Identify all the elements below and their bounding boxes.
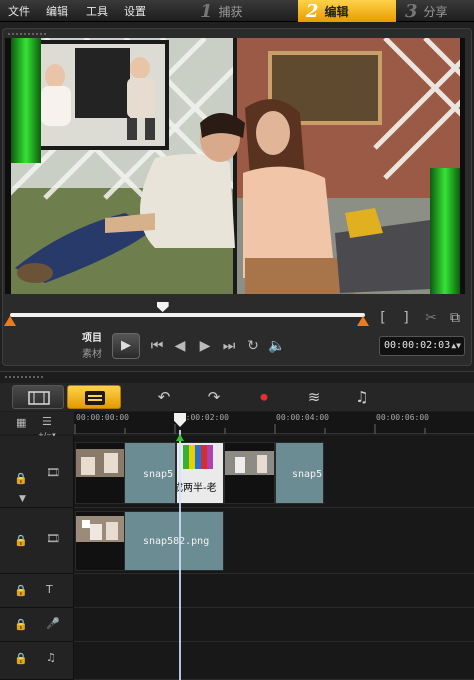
clip-name: snap5 bbox=[143, 469, 174, 480]
video-clip[interactable]: snap5 bbox=[275, 442, 324, 504]
audio-mixer-icon[interactable]: ≋ bbox=[300, 385, 328, 409]
step-number: 1 bbox=[200, 0, 213, 22]
lock-icon[interactable]: 🔒 bbox=[14, 584, 28, 597]
expand-track-icon[interactable]: ▼ bbox=[19, 494, 26, 504]
cut-icon[interactable]: ✂ bbox=[422, 308, 440, 328]
voice-track[interactable] bbox=[74, 608, 474, 642]
overlay-clip-thumbnail[interactable] bbox=[75, 511, 125, 571]
step-label: 捕获 bbox=[218, 4, 243, 19]
step-label: 编辑 bbox=[324, 4, 349, 19]
video-clip[interactable]: snap5 bbox=[124, 442, 176, 504]
record-capture-icon[interactable]: ⏺ bbox=[250, 385, 278, 409]
undo-icon[interactable]: ↶ bbox=[150, 385, 178, 409]
lock-icon[interactable]: 🔒 bbox=[14, 472, 28, 485]
preview-screen bbox=[5, 38, 465, 294]
storyboard-view-button[interactable] bbox=[12, 385, 64, 409]
enlarge-preview-icon[interactable]: ⧉ bbox=[446, 308, 464, 328]
video-clip-thumbnail[interactable] bbox=[224, 442, 275, 504]
lock-icon[interactable]: 🔒 bbox=[14, 652, 28, 665]
timeline-icon bbox=[85, 391, 105, 405]
mark-in-button[interactable]: [ bbox=[376, 308, 390, 328]
title-track[interactable] bbox=[74, 574, 474, 608]
next-frame-icon[interactable]: ▶ bbox=[196, 336, 214, 356]
timecode-field[interactable]: 00:00:02:03 ▲▼ bbox=[379, 336, 465, 356]
auto-music-icon[interactable]: ♫ bbox=[348, 385, 376, 409]
menu-file[interactable]: 文件 bbox=[8, 3, 30, 19]
repeat-icon[interactable]: ↻ bbox=[244, 336, 262, 356]
lock-icon[interactable]: 🔒 bbox=[14, 618, 28, 631]
insert-marker-icon bbox=[176, 434, 184, 441]
timecode-value: 00:00:02:03 bbox=[384, 340, 451, 351]
clip-thumbnail-image bbox=[225, 451, 274, 475]
play-icon: ▶ bbox=[121, 338, 131, 353]
step-edit[interactable]: 2 编辑 bbox=[298, 0, 396, 22]
clip-thumbnail-image bbox=[76, 516, 124, 542]
redo-icon[interactable]: ↷ bbox=[200, 385, 228, 409]
ruler-label: 00:00:06:00 bbox=[376, 413, 429, 422]
timeline-cursor-line[interactable] bbox=[179, 430, 181, 680]
step-number: 3 bbox=[405, 0, 418, 22]
step-label: 分享 bbox=[423, 4, 448, 19]
title-clip[interactable]: 成两半-老 bbox=[176, 442, 224, 504]
video-track-icon: 🎞 bbox=[46, 466, 60, 479]
previous-frame-icon[interactable]: ◀ bbox=[171, 336, 189, 356]
lock-icon[interactable]: 🔒 bbox=[14, 534, 28, 547]
track-manager-icon[interactable]: ▦ bbox=[16, 416, 26, 429]
menu-edit[interactable]: 编辑 bbox=[46, 3, 68, 19]
overlay-track-header[interactable]: 🔒 🎞 bbox=[0, 508, 74, 574]
scrubber-track[interactable] bbox=[10, 313, 365, 317]
music-track-header[interactable]: 🔒 ♫ bbox=[0, 642, 74, 680]
go-to-start-icon[interactable]: ⏮ bbox=[148, 336, 166, 356]
music-track-icon: ♫ bbox=[46, 651, 56, 664]
title-track-icon: T bbox=[46, 583, 53, 596]
clip-name: 成两半-老 bbox=[176, 483, 217, 494]
clip-name: snap582.png bbox=[143, 536, 210, 547]
title-clip-thumbnail bbox=[183, 445, 213, 469]
preview-frame-image bbox=[5, 38, 465, 294]
step-share[interactable]: 3 分享 bbox=[405, 0, 474, 22]
ruler-label: 00:00:04:00 bbox=[276, 413, 329, 422]
panel-grip[interactable] bbox=[4, 375, 44, 379]
menu-settings[interactable]: 设置 bbox=[124, 3, 146, 19]
title-track-header[interactable]: 🔒 T bbox=[0, 574, 74, 608]
step-number: 2 bbox=[306, 0, 319, 22]
play-button[interactable]: ▶ bbox=[112, 333, 140, 359]
video-clip-thumbnail[interactable] bbox=[75, 442, 125, 504]
music-track[interactable] bbox=[74, 642, 474, 680]
mode-clip-label[interactable]: 素材 bbox=[82, 345, 102, 360]
step-capture[interactable]: 1 捕获 bbox=[200, 0, 292, 22]
video-track-header[interactable]: 🔒 🎞 ▼ bbox=[0, 436, 74, 508]
mode-project-label[interactable]: 项目 bbox=[82, 329, 102, 344]
ruler-label: 00:00:00:00 bbox=[76, 413, 129, 422]
clip-name: snap5 bbox=[292, 469, 323, 480]
filmstrip-icon bbox=[28, 391, 50, 405]
menu-tools[interactable]: 工具 bbox=[86, 3, 108, 19]
ruler-header: ▦ ☰ +/−▾ bbox=[0, 412, 74, 439]
voice-track-header[interactable]: 🔒 🎤 bbox=[0, 608, 74, 642]
mark-out-button[interactable]: ] bbox=[399, 308, 413, 328]
overlay-track-icon: 🎞 bbox=[46, 532, 60, 545]
volume-icon[interactable]: 🔈 bbox=[268, 336, 286, 356]
video-editor-window: 文件 编辑 工具 设置 1 捕获 2 编辑 3 分享 [] ✂ ⧉ 项目 素材… bbox=[0, 0, 474, 680]
go-to-end-icon[interactable]: ⏭ bbox=[220, 336, 238, 356]
clip-thumbnail-image bbox=[76, 449, 124, 477]
timeline-view-button[interactable] bbox=[67, 385, 121, 409]
trim-end-marker[interactable] bbox=[357, 316, 369, 326]
chapter-list-icon[interactable]: ☰ bbox=[42, 415, 52, 428]
panel-grip[interactable] bbox=[7, 32, 47, 36]
timecode-stepper-icon[interactable]: ▲▼ bbox=[451, 337, 461, 355]
trim-start-marker[interactable] bbox=[4, 316, 16, 326]
overlay-clip[interactable]: snap582.png bbox=[124, 511, 224, 571]
microphone-icon: 🎤 bbox=[46, 617, 60, 630]
